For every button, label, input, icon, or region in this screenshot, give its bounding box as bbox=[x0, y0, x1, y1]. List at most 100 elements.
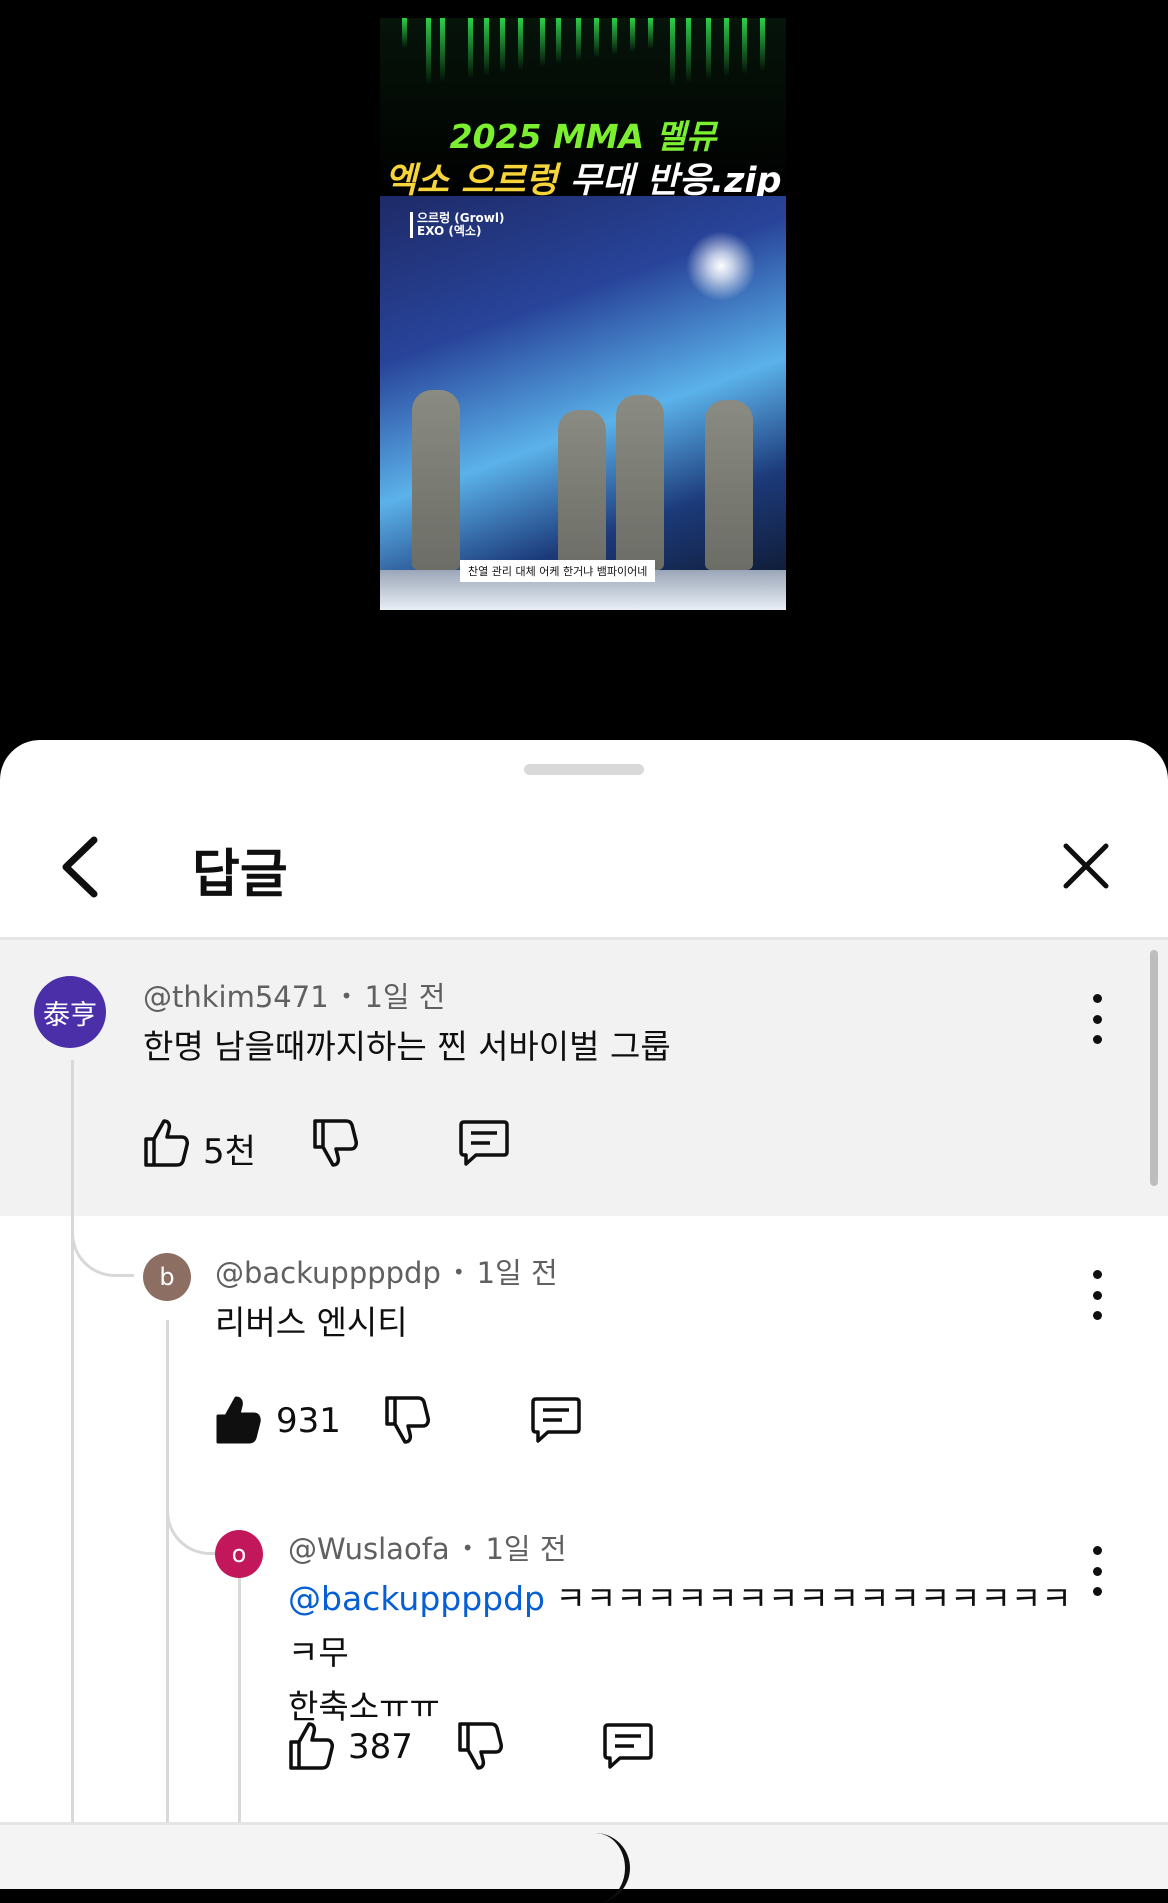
thumbs-up-icon bbox=[289, 1722, 334, 1770]
thread-connector bbox=[166, 1480, 217, 1555]
comment-time: 1일 전 bbox=[364, 980, 446, 1014]
light-bar bbox=[540, 18, 545, 67]
comment-text: 한명 남을때까지하는 찐 서바이벌 그룹 bbox=[143, 1027, 671, 1066]
light-bar bbox=[484, 18, 489, 76]
video-title-banner: 2025 MMA 멜뮤 엑소 으르렁 무대 반응.zip bbox=[380, 18, 786, 201]
comment-author[interactable]: @Wuslaofa bbox=[288, 1532, 450, 1566]
light-bar bbox=[440, 18, 445, 82]
light-bar bbox=[576, 18, 581, 61]
light-bar bbox=[402, 18, 407, 48]
back-button[interactable] bbox=[56, 832, 116, 902]
comment-reply-icon bbox=[459, 1120, 509, 1166]
more-options-button[interactable] bbox=[1082, 1270, 1112, 1320]
like-count: 387 bbox=[348, 1727, 413, 1767]
like-button[interactable] bbox=[287, 1720, 335, 1772]
thumbs-up-icon bbox=[144, 1119, 189, 1167]
comment-author[interactable]: @backuppppdp bbox=[215, 1256, 441, 1290]
thread-line bbox=[166, 1320, 169, 1822]
song-tag: 으르렁 (Growl) EXO (엑소) bbox=[410, 212, 504, 238]
reply-button[interactable] bbox=[530, 1395, 582, 1445]
comment-time: 1일 전 bbox=[476, 1256, 558, 1290]
like-button[interactable] bbox=[214, 1394, 262, 1446]
video-title-line1: 2025 MMA 멜뮤 bbox=[449, 117, 717, 156]
mention-link[interactable]: @backuppppdp bbox=[288, 1579, 545, 1618]
video-player[interactable]: 2025 MMA 멜뮤 엑소 으르렁 무대 반응.zip 으르렁 (Growl)… bbox=[380, 18, 786, 610]
comment-text: 리버스 엔시티 bbox=[215, 1303, 408, 1342]
more-dot-icon bbox=[1092, 1014, 1102, 1024]
light-bar bbox=[594, 18, 599, 58]
light-bar bbox=[630, 18, 635, 52]
comment-meta: @thkim5471 • 1일 전 bbox=[143, 974, 445, 1016]
stage-light bbox=[686, 231, 756, 301]
meta-separator: • bbox=[340, 984, 353, 1008]
more-dot-icon bbox=[1092, 1311, 1102, 1320]
more-options-button[interactable] bbox=[1082, 994, 1112, 1044]
video-title-highlight: 엑소 으르렁 bbox=[384, 161, 558, 201]
meta-separator: • bbox=[452, 1260, 465, 1284]
comment-text: @backuppppdp ㅋㅋㅋㅋㅋㅋㅋㅋㅋㅋㅋㅋㅋㅋㅋㅋㅋㅋ무 한축소ㅠㅠ bbox=[288, 1572, 1088, 1734]
more-dot-icon bbox=[1092, 1587, 1102, 1596]
light-bar bbox=[648, 18, 653, 49]
close-icon bbox=[1063, 843, 1109, 889]
light-bar bbox=[468, 18, 473, 79]
more-dot-icon bbox=[1092, 1566, 1102, 1576]
close-button[interactable] bbox=[1058, 838, 1114, 894]
thumbs-down-icon bbox=[385, 1396, 430, 1444]
reply-button[interactable] bbox=[458, 1118, 510, 1168]
chevron-left-icon bbox=[62, 836, 98, 898]
avatar[interactable]: o bbox=[215, 1530, 263, 1578]
more-options-button[interactable] bbox=[1082, 1546, 1112, 1596]
light-bar bbox=[760, 18, 765, 71]
more-dot-icon bbox=[1092, 1270, 1102, 1279]
loading-footer bbox=[0, 1822, 1168, 1903]
light-bar bbox=[500, 18, 505, 73]
light-bar bbox=[556, 18, 561, 64]
video-title-rest: 무대 반응.zip bbox=[557, 161, 782, 201]
light-bar bbox=[724, 18, 729, 77]
green-light-bars bbox=[380, 18, 786, 88]
reply-button[interactable] bbox=[602, 1721, 654, 1771]
thumbs-down-icon bbox=[458, 1722, 503, 1770]
avatar[interactable]: b bbox=[143, 1253, 191, 1301]
more-dot-icon bbox=[1092, 1546, 1102, 1555]
thread-connector bbox=[71, 1200, 134, 1277]
more-dot-icon bbox=[1092, 994, 1102, 1003]
dislike-button[interactable] bbox=[456, 1720, 504, 1772]
comment-reply-icon bbox=[531, 1397, 581, 1443]
song-tag-artist: EXO (엑소) bbox=[417, 224, 482, 238]
drag-handle[interactable] bbox=[524, 764, 644, 775]
light-bar bbox=[612, 18, 617, 55]
thread-line bbox=[238, 1558, 241, 1822]
like-button[interactable] bbox=[142, 1117, 190, 1169]
replies-sheet: 답글 泰亨 @thkim5471 • 1일 전 한명 남을때까지하는 찐 서바이벌 … bbox=[0, 740, 1168, 1903]
avatar[interactable]: 泰亨 bbox=[34, 976, 106, 1048]
dancer-figure bbox=[616, 395, 664, 570]
dancer-figure bbox=[412, 390, 460, 570]
video-subtitle: 찬열 관리 대체 어케 한거냐 뱀파이어네 bbox=[460, 560, 656, 582]
dislike-button[interactable] bbox=[311, 1117, 359, 1169]
light-bar bbox=[426, 18, 431, 85]
thumbs-down-icon bbox=[313, 1119, 358, 1167]
like-count: 5천 bbox=[203, 1132, 256, 1172]
meta-separator: • bbox=[461, 1536, 474, 1560]
comment-meta: @Wuslaofa • 1일 전 bbox=[288, 1526, 567, 1568]
comment-time: 1일 전 bbox=[485, 1532, 567, 1566]
loading-spinner-icon bbox=[580, 1833, 630, 1903]
dislike-button[interactable] bbox=[383, 1394, 431, 1446]
thread-line bbox=[71, 1060, 74, 1822]
light-bar bbox=[518, 18, 523, 70]
thumbs-up-filled-icon bbox=[216, 1396, 261, 1444]
comment-author[interactable]: @thkim5471 bbox=[143, 980, 329, 1014]
light-bar bbox=[670, 18, 675, 86]
more-dot-icon bbox=[1092, 1035, 1102, 1044]
dancer-figure bbox=[705, 400, 753, 570]
light-bar bbox=[706, 18, 711, 80]
sheet-title: 답글 bbox=[192, 845, 288, 905]
like-count: 931 bbox=[276, 1401, 341, 1441]
light-bar bbox=[686, 18, 691, 83]
comment-meta: @backuppppdp • 1일 전 bbox=[215, 1250, 558, 1292]
light-bar bbox=[742, 18, 747, 74]
video-stage-frame: 으르렁 (Growl) EXO (엑소) 찬열 관리 대체 어케 한거냐 뱀파이어… bbox=[380, 196, 786, 610]
scrollbar[interactable] bbox=[1150, 950, 1158, 1186]
comment-reply-icon bbox=[603, 1723, 653, 1769]
